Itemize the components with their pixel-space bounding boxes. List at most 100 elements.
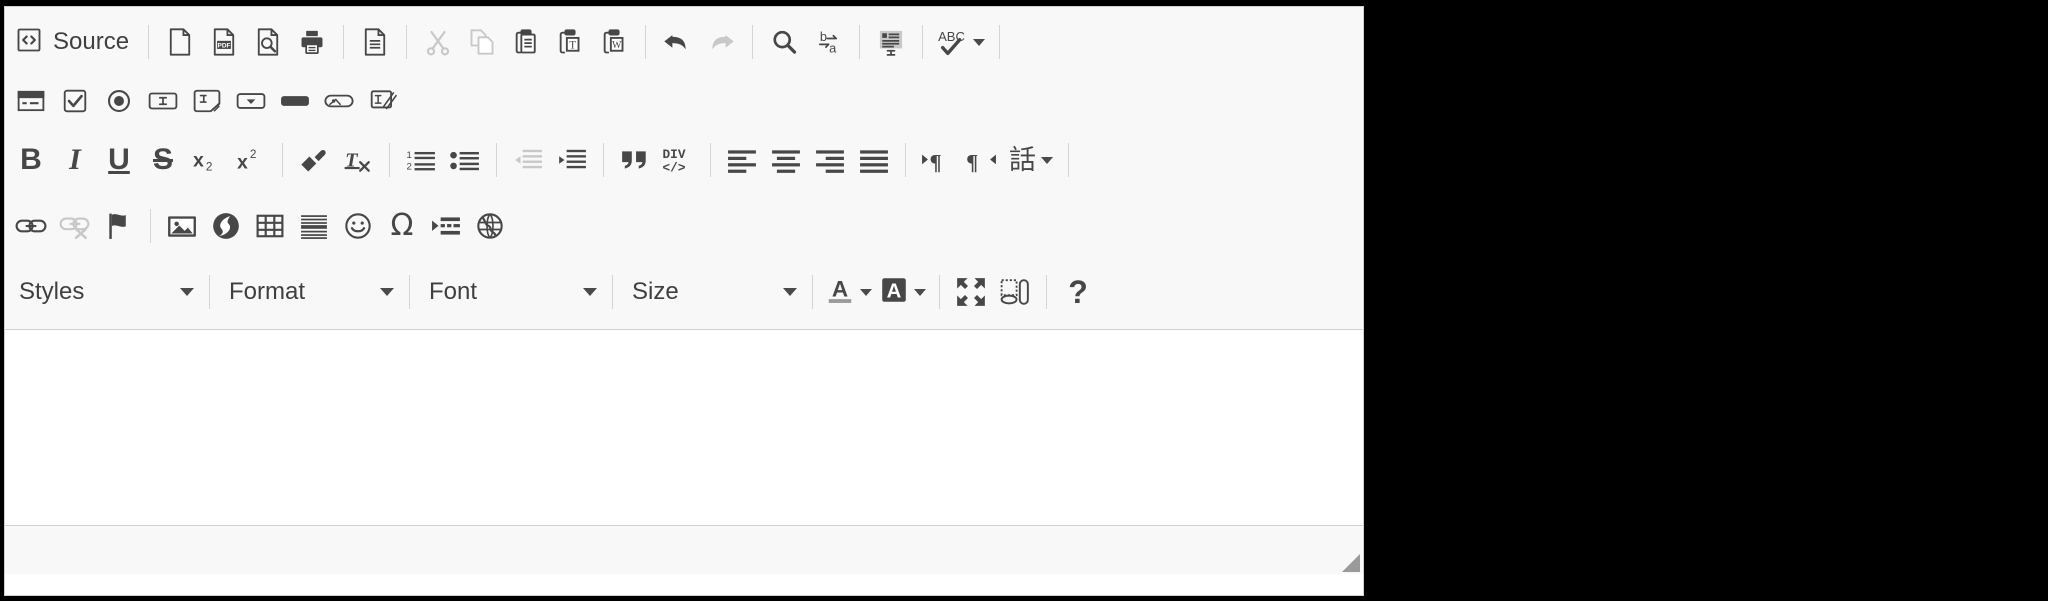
rtl-button[interactable]: ¶	[959, 138, 1003, 182]
paste-icon	[512, 28, 540, 56]
paste-as-text-button[interactable]: T	[548, 20, 592, 64]
replace-icon: b a	[814, 28, 842, 56]
export-pdf-button[interactable]: PDF	[202, 20, 246, 64]
checkbox-button[interactable]	[53, 79, 97, 123]
separator	[209, 275, 210, 309]
justify-button[interactable]	[852, 138, 896, 182]
strikethrough-button[interactable]: S	[141, 138, 185, 182]
separator	[812, 275, 813, 309]
search-icon	[770, 28, 798, 56]
svg-text:W: W	[612, 40, 622, 51]
source-button[interactable]: Source	[9, 20, 139, 64]
styles-combo[interactable]: Styles	[9, 269, 200, 315]
separator	[939, 275, 940, 309]
resize-grip[interactable]	[1342, 554, 1360, 572]
templates-button[interactable]	[353, 20, 397, 64]
show-blocks-button[interactable]	[993, 270, 1037, 314]
hidden-field-button[interactable]	[361, 79, 405, 123]
underline-button[interactable]: U	[97, 138, 141, 182]
table-button[interactable]	[248, 204, 292, 248]
special-char-button[interactable]: Ω	[380, 204, 424, 248]
separator	[710, 143, 711, 177]
language-icon: 話	[1009, 144, 1036, 176]
select-field-button[interactable]	[229, 79, 273, 123]
spell-check-button[interactable]: ABC	[932, 20, 990, 64]
superscript-button[interactable]: x 2	[229, 138, 273, 182]
ltr-button[interactable]: ¶	[915, 138, 959, 182]
styles-row: Styles Format Font Size A A ?	[5, 259, 1363, 325]
italic-button[interactable]: I	[53, 138, 97, 182]
link-icon	[15, 213, 47, 239]
maximize-icon	[956, 277, 986, 307]
select-all-button[interactable]	[869, 20, 913, 64]
about-button[interactable]: ?	[1056, 270, 1100, 314]
align-left-button[interactable]	[720, 138, 764, 182]
chevron-down-icon	[380, 288, 394, 296]
new-page-button[interactable]	[158, 20, 202, 64]
svg-text:A: A	[832, 276, 848, 301]
bg-color-button[interactable]: A	[876, 270, 930, 314]
outdent-button[interactable]	[506, 138, 550, 182]
blockquote-button[interactable]	[613, 138, 657, 182]
form-button[interactable]	[9, 79, 53, 123]
redo-button[interactable]	[699, 20, 743, 64]
chevron-down-icon	[1041, 156, 1053, 164]
button-button[interactable]	[273, 79, 317, 123]
remove-format-button[interactable]: T	[336, 138, 380, 182]
toolbar-group-document: PDF	[158, 20, 334, 64]
flash-button[interactable]	[204, 204, 248, 248]
iframe-button[interactable]	[468, 204, 512, 248]
paste-button[interactable]	[504, 20, 548, 64]
subscript-button[interactable]: x 2	[185, 138, 229, 182]
copy-button[interactable]	[460, 20, 504, 64]
bulleted-list-button[interactable]	[443, 138, 487, 182]
toolbar-group-about: ?	[1056, 270, 1100, 314]
language-button[interactable]: 話	[1003, 138, 1059, 182]
chevron-down-icon	[973, 38, 986, 46]
find-button[interactable]	[762, 20, 806, 64]
preview-icon	[254, 27, 282, 57]
indent-button[interactable]	[550, 138, 594, 182]
remove-format-icon: T	[343, 146, 373, 174]
copy-formatting-button[interactable]	[292, 138, 336, 182]
numbered-list-button[interactable]: 1 2	[399, 138, 443, 182]
font-combo[interactable]: Font	[419, 269, 603, 315]
format-combo[interactable]: Format	[219, 269, 400, 315]
anchor-button[interactable]	[97, 204, 141, 248]
horizontal-rule-icon	[300, 213, 328, 239]
format-combo-label: Format	[229, 278, 306, 305]
size-combo[interactable]: Size	[622, 269, 803, 315]
smiley-button[interactable]	[336, 204, 380, 248]
text-color-button[interactable]: A	[822, 270, 876, 314]
image-button[interactable]	[160, 204, 204, 248]
page-break-button[interactable]	[424, 204, 468, 248]
paste-word-icon: W	[600, 28, 628, 56]
svg-text:2: 2	[206, 161, 213, 174]
horizontal-rule-button[interactable]	[292, 204, 336, 248]
screen: Source PDF T W b a ABC B I U S x 2 x 2 T…	[0, 0, 2048, 601]
text-field-button[interactable]	[141, 79, 185, 123]
bold-button[interactable]: B	[9, 138, 53, 182]
separator	[148, 25, 150, 59]
separator	[1068, 143, 1069, 177]
maximize-button[interactable]	[949, 270, 993, 314]
preview-button[interactable]	[246, 20, 290, 64]
svg-text:2: 2	[407, 162, 412, 173]
paste-from-word-button[interactable]: W	[592, 20, 636, 64]
unlink-button[interactable]	[53, 204, 97, 248]
textarea-button[interactable]	[185, 79, 229, 123]
toolbar-group-links	[9, 204, 141, 248]
print-button[interactable]	[290, 20, 334, 64]
radio-button-button[interactable]	[97, 79, 141, 123]
replace-button[interactable]: b a	[806, 20, 850, 64]
create-div-button[interactable]: DIV </>	[657, 138, 701, 182]
link-button[interactable]	[9, 204, 53, 248]
cut-button[interactable]	[416, 20, 460, 64]
editing-area[interactable]	[5, 330, 1363, 525]
align-right-button[interactable]	[808, 138, 852, 182]
toolbar-group-bidi: ¶ ¶ 話	[915, 138, 1059, 182]
help-icon: ?	[1068, 274, 1088, 310]
undo-button[interactable]	[655, 20, 699, 64]
image-button-button[interactable]	[317, 79, 361, 123]
align-center-button[interactable]	[764, 138, 808, 182]
